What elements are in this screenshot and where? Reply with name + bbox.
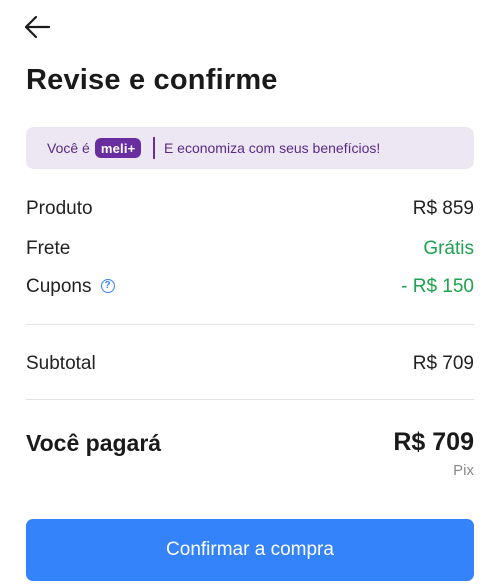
product-value: R$ 859 <box>412 198 474 219</box>
product-label: Produto <box>26 198 93 219</box>
total-label: Você pagará <box>26 430 162 456</box>
coupons-row: Cupons? - R$ 150 <box>26 276 474 298</box>
shipping-label: Frete <box>26 238 71 259</box>
meli-banner-message: E economiza com seus benefícios! <box>163 140 381 156</box>
page-title: Revise e confirme <box>26 64 278 96</box>
divider <box>26 324 474 325</box>
confirm-purchase-button[interactable]: Confirmar a compra <box>26 519 474 581</box>
subtotal-row: Subtotal R$ 709 <box>26 353 474 375</box>
product-row: Produto R$ 859 <box>26 198 474 220</box>
meli-banner-prefix: Você é <box>47 140 90 156</box>
subtotal-value: R$ 709 <box>412 353 474 374</box>
total-value: R$ 709 <box>393 428 474 456</box>
meli-plus-banner: Você é meli+ E economiza com seus benefí… <box>26 127 474 169</box>
subtotal-label: Subtotal <box>26 353 96 374</box>
meli-plus-badge: meli+ <box>94 138 142 158</box>
divider <box>26 399 474 400</box>
arrow-left-icon <box>24 15 51 39</box>
banner-separator <box>153 137 155 159</box>
coupons-label: Cupons <box>26 276 92 297</box>
coupons-value: - R$ 150 <box>401 276 474 297</box>
coupons-label-group: Cupons? <box>26 276 115 298</box>
payment-method: Pix <box>453 462 474 479</box>
question-circle-icon[interactable]: ? <box>100 278 115 293</box>
shipping-value: Grátis <box>423 238 474 259</box>
back-button[interactable] <box>22 12 52 42</box>
shipping-row: Frete Grátis <box>26 238 474 260</box>
